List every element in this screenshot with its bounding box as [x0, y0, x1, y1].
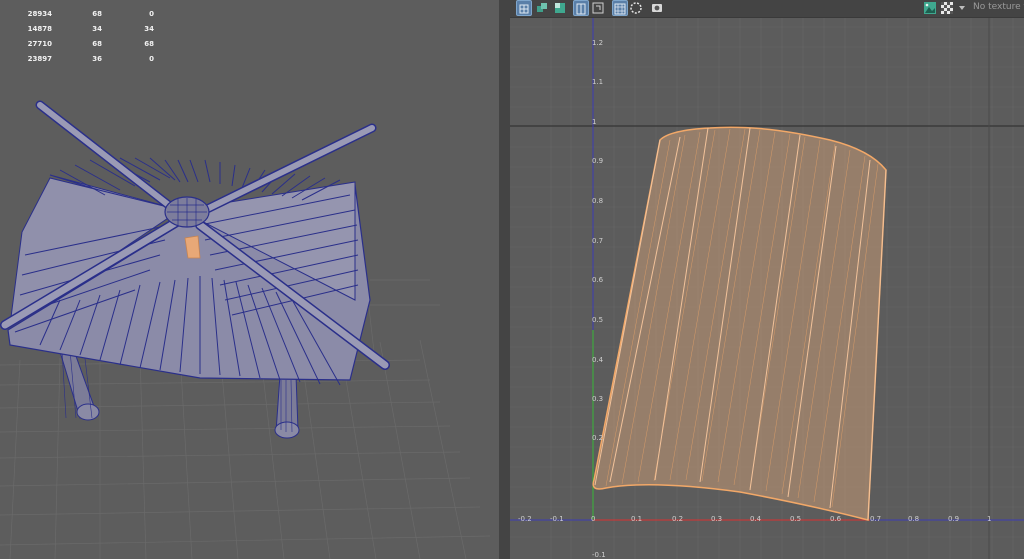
u-tick-label: 0.2: [672, 515, 684, 523]
u-tick-label: 0.9: [948, 515, 960, 523]
uv-shell-icon[interactable]: [535, 0, 549, 14]
hud-cell: 28934: [27, 10, 52, 18]
texture-select-dropdown[interactable]: No texture fo: [973, 2, 1024, 12]
u-tick-label: 1: [987, 515, 992, 523]
u-tick-label: 0.7: [870, 515, 882, 523]
v-tick-label: -0.1: [592, 551, 606, 559]
hud-cell: 68: [92, 10, 102, 18]
hud-cell: 0: [149, 55, 154, 63]
hud-cell: 0: [149, 10, 154, 18]
uv-canvas[interactable]: [510, 0, 1024, 559]
panel-divider[interactable]: [499, 0, 510, 559]
hud-cell: 36: [92, 55, 102, 63]
image-display-icon[interactable]: [923, 0, 937, 14]
v-tick-label: 1: [592, 118, 597, 126]
v-tick-label: 0.2: [592, 434, 604, 442]
hud-cell: 23897: [27, 55, 52, 63]
u-tick-label: 0.4: [750, 515, 762, 523]
v-tick-label: 0.6: [592, 276, 604, 284]
v-tick-label: 0.3: [592, 395, 604, 403]
perspective-viewport[interactable]: 28934 68 0 14878 34 34 27710 68 68 23897…: [0, 0, 499, 559]
v-tick-label: 0.4: [592, 356, 604, 364]
u-tick-label: -0.1: [550, 515, 564, 523]
u-tick-label: 0.6: [830, 515, 842, 523]
v-tick-label: 1.1: [592, 78, 604, 86]
v-tick-label: 1.2: [592, 39, 604, 47]
uv-editor-toolbar: No texture fo: [510, 0, 1024, 18]
v-tick-label: 0.5: [592, 316, 604, 324]
v-tick-label: 0.7: [592, 237, 604, 245]
u-tick-label: 0: [591, 515, 596, 523]
checker-pattern-icon[interactable]: [940, 0, 954, 14]
u-tick-label: 0.8: [908, 515, 920, 523]
uv-texture-border-icon[interactable]: [591, 0, 605, 14]
uv-shell[interactable]: [592, 126, 887, 521]
pavilion-wireframe-model[interactable]: [0, 0, 499, 559]
hud-cell: 27710: [27, 40, 52, 48]
hud-cell: 14878: [27, 25, 52, 33]
v-tick-label: 0.8: [592, 197, 604, 205]
u-tick-label: 0.1: [631, 515, 643, 523]
hud-cell: 68: [92, 40, 102, 48]
uv-grid-icon[interactable]: [516, 0, 532, 16]
uv-checker-tile-icon[interactable]: [553, 0, 567, 14]
hud-cell: 34: [92, 25, 102, 33]
uv-grid-snap-icon[interactable]: [612, 0, 628, 16]
uv-shaded-icon[interactable]: [629, 0, 643, 14]
hud-cell: 34: [144, 25, 154, 33]
u-tick-label: -0.2: [518, 515, 532, 523]
u-tick-label: 0.3: [711, 515, 723, 523]
v-tick-label: 0.9: [592, 157, 604, 165]
selected-tile-highlight: [184, 235, 201, 259]
dropdown-arrow-icon[interactable]: [958, 0, 966, 14]
uv-distortion-icon[interactable]: [573, 0, 589, 16]
uv-camera-icon[interactable]: [650, 0, 664, 14]
roof-tiles: [0, 100, 390, 386]
uv-editor-panel[interactable]: -0.2 -0.1 0 0.1 0.2 0.3 0.4 0.5 0.6 0.7 …: [510, 0, 1024, 559]
poly-count-hud: 28934 68 0 14878 34 34 27710 68 68 23897…: [0, 0, 170, 69]
hud-cell: 68: [144, 40, 154, 48]
u-tick-label: 0.5: [790, 515, 802, 523]
